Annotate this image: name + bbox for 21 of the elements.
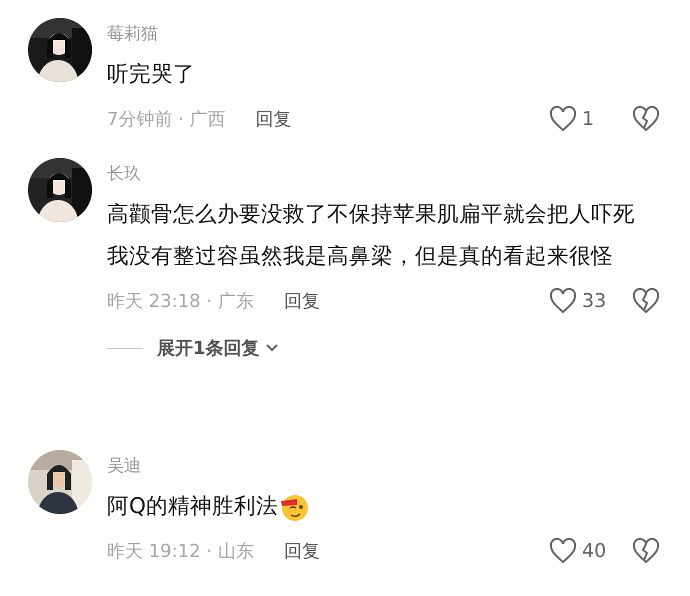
like-count: 1 — [582, 108, 596, 130]
reply-link[interactable]: 回复 — [256, 107, 292, 131]
reply-link[interactable]: 回复 — [284, 289, 320, 313]
emoji-icon — [278, 492, 309, 522]
reply-link[interactable]: 回复 — [284, 539, 320, 563]
time-location: 7分钟前 · 广西 — [107, 108, 226, 131]
like-count: 33 — [582, 290, 608, 312]
dislike-icon[interactable] — [632, 288, 660, 314]
dislike-icon[interactable] — [632, 538, 660, 564]
comment-text: 阿Q的精神胜利法 — [107, 493, 278, 521]
comment-text: 高颧骨怎么办要没救了不保持苹果肌扁平就会把人吓死我没有整过容虽然我是高鼻梁，但是真的看起来很怪 — [107, 201, 636, 271]
time-location: 昨天 19:12 · 山东 — [107, 540, 254, 563]
comment-text: 听完哭了 — [107, 61, 195, 89]
like-icon[interactable] — [549, 288, 577, 314]
like-icon[interactable] — [549, 106, 577, 132]
like-icon[interactable] — [549, 538, 577, 564]
expand-replies-link[interactable]: 展开1条回复 — [157, 336, 260, 360]
chevron-down-icon — [266, 344, 278, 352]
dislike-icon[interactable] — [632, 106, 660, 132]
like-count: 40 — [582, 540, 608, 562]
time-location: 昨天 23:18 · 广东 — [107, 290, 254, 313]
